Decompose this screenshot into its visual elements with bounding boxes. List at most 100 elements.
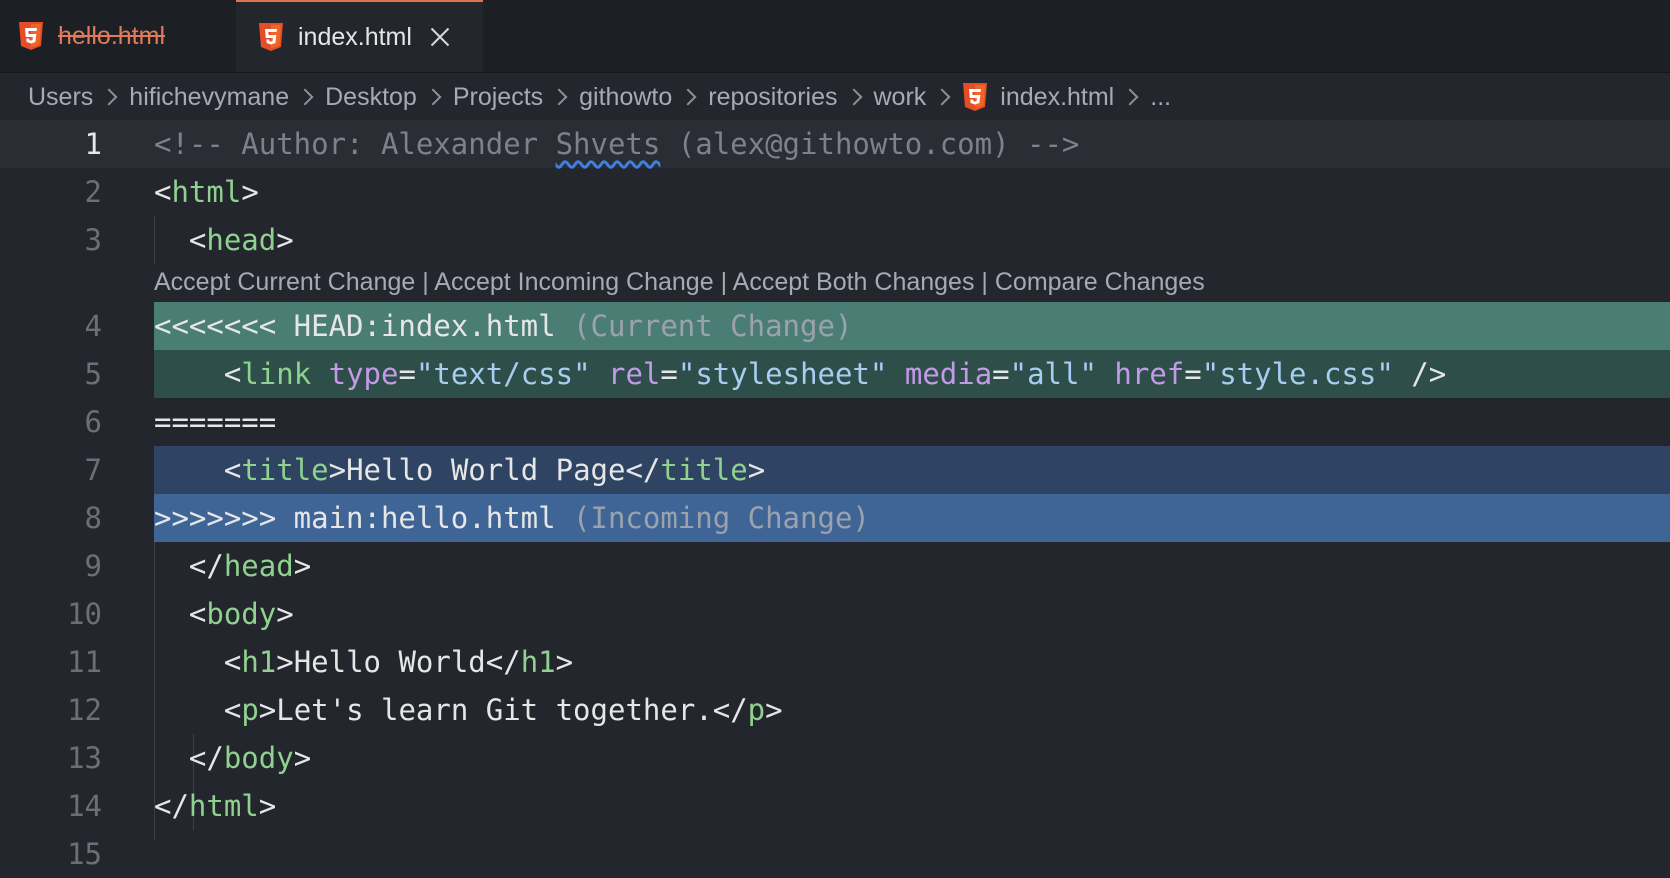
- line-number: 14: [67, 789, 102, 823]
- breadcrumb-item[interactable]: work: [874, 83, 927, 112]
- line-content: </head>: [188, 549, 312, 583]
- line-content: <title>Hello World Page</title>: [154, 446, 1670, 494]
- html-tag: link: [241, 357, 312, 391]
- breadcrumb-item[interactable]: index.html: [1000, 83, 1114, 112]
- html-tag: body: [206, 597, 277, 631]
- tab-hello-html[interactable]: hello.html: [0, 0, 236, 72]
- html-tag: html: [188, 789, 259, 823]
- line-number: 4: [84, 309, 102, 343]
- chevron-right-icon: [296, 88, 314, 106]
- code-line[interactable]: 10 <body>: [0, 590, 1670, 638]
- html5-icon: [19, 22, 43, 50]
- close-icon[interactable]: [430, 27, 450, 47]
- line-content: </html>: [154, 789, 277, 823]
- html-tag: head: [206, 223, 277, 257]
- conflict-separator: =======: [154, 405, 277, 439]
- code-line[interactable]: 9 </head>: [0, 542, 1670, 590]
- text-content: Hello World: [293, 645, 486, 679]
- attribute-value: "text/css": [415, 357, 591, 391]
- chevron-right-icon: [550, 88, 568, 106]
- code-line[interactable]: 14 </html>: [0, 782, 1670, 830]
- breadcrumb-item[interactable]: githowto: [579, 83, 672, 112]
- line-content: <body>: [188, 597, 294, 631]
- breadcrumb-item[interactable]: Desktop: [325, 83, 417, 112]
- code-line[interactable]: 6 =======: [0, 398, 1670, 446]
- merge-conflict-codelens: Accept Current Change | Accept Incoming …: [154, 262, 1205, 302]
- chevron-right-icon: [679, 88, 697, 106]
- text-content: Hello World Page: [346, 453, 626, 487]
- html-tag: p: [241, 693, 259, 727]
- line-number: 10: [67, 597, 102, 631]
- html-tag: h1: [520, 645, 556, 679]
- breadcrumb-item[interactable]: Users: [28, 83, 93, 112]
- breadcrumb-item[interactable]: ...: [1150, 83, 1171, 112]
- breadcrumb-item[interactable]: repositories: [708, 83, 837, 112]
- html-tag: p: [747, 693, 766, 727]
- code-line[interactable]: 2 <html>: [0, 168, 1670, 216]
- line-number: 7: [84, 453, 102, 487]
- compare-changes-button[interactable]: Compare Changes: [995, 268, 1205, 296]
- attribute-value: "all": [1009, 357, 1097, 391]
- current-change-header: <<<<<<< HEAD:index.html (Current Change): [154, 302, 1670, 350]
- codelens-separator: |: [974, 268, 995, 296]
- attribute-value: "style.css": [1201, 357, 1394, 391]
- line-number: 9: [84, 549, 102, 583]
- line-number: 3: [84, 223, 102, 257]
- tab-label: hello.html: [58, 21, 165, 50]
- breadcrumb-item[interactable]: hifichevymane: [129, 83, 289, 112]
- html5-icon: [259, 23, 283, 51]
- code-line[interactable]: 4 <<<<<<< HEAD:index.html (Current Chang…: [0, 302, 1670, 350]
- code-line[interactable]: 1 <!-- Author: Alexander Shvets (alex@gi…: [0, 120, 1670, 168]
- line-content: <!-- Author: Alexander Shvets (alex@gith…: [154, 120, 1670, 168]
- code-line[interactable]: 7 <title>Hello World Page</title>: [0, 446, 1670, 494]
- breadcrumb-item[interactable]: Projects: [453, 83, 543, 112]
- line-content: <link type="text/css" rel="stylesheet" m…: [154, 350, 1670, 398]
- html5-icon: [963, 83, 988, 111]
- html-tag: head: [223, 549, 294, 583]
- code-line[interactable]: 3 <head>: [0, 216, 1670, 264]
- current-change-label: (Current Change): [573, 309, 853, 343]
- conflict-marker: >>>>>>> main:hello.html: [154, 501, 556, 535]
- chevron-right-icon: [845, 88, 862, 106]
- code-comment: <!-- Author: Alexander: [154, 127, 556, 161]
- code-line[interactable]: 12 <p>Let's learn Git together.</p>: [0, 686, 1670, 734]
- incoming-change-label: (Incoming Change): [573, 501, 870, 535]
- tab-label: index.html: [298, 22, 412, 51]
- chevron-right-icon: [1121, 88, 1139, 106]
- attribute-value: "stylesheet": [677, 357, 888, 391]
- tab-bar: hello.html index.html: [0, 0, 1670, 73]
- line-number: 15: [67, 837, 102, 871]
- line-number: 13: [67, 741, 102, 775]
- line-number: 11: [67, 645, 102, 679]
- code-comment: (alex@githowto.com) -->: [660, 127, 1080, 161]
- breadcrumb: Users hifichevymane Desktop Projects git…: [28, 74, 1171, 120]
- line-content: <p>Let's learn Git together.</p>: [223, 693, 783, 727]
- line-content: <html>: [154, 175, 259, 209]
- line-number: 8: [84, 501, 102, 535]
- chevron-right-icon: [933, 88, 951, 106]
- code-line[interactable]: 5 <link type="text/css" rel="stylesheet"…: [0, 350, 1670, 398]
- html-attribute: type: [328, 357, 399, 391]
- text-content: Let's learn Git together.: [276, 693, 713, 727]
- html-tag: body: [223, 741, 294, 775]
- codelens-separator: |: [713, 268, 733, 296]
- line-number: 1: [84, 127, 102, 161]
- html-attribute: href: [1114, 357, 1185, 391]
- spelling-warning: Shvets: [555, 127, 661, 161]
- tab-index-html[interactable]: index.html: [236, 0, 483, 72]
- accept-incoming-change-button[interactable]: Accept Incoming Change: [434, 268, 713, 296]
- code-line[interactable]: 11 <h1>Hello World</h1>: [0, 638, 1670, 686]
- html-tag: title: [241, 453, 329, 487]
- incoming-change-header: >>>>>>> main:hello.html (Incoming Change…: [154, 494, 1670, 542]
- line-number: 2: [84, 175, 102, 209]
- line-content: <head>: [188, 223, 294, 257]
- accept-current-change-button[interactable]: Accept Current Change: [154, 268, 415, 296]
- code-editor[interactable]: 1 <!-- Author: Alexander Shvets (alex@gi…: [0, 120, 1670, 871]
- line-content: <h1>Hello World</h1>: [223, 645, 574, 679]
- accept-both-changes-button[interactable]: Accept Both Changes: [733, 268, 975, 296]
- code-line[interactable]: 8 >>>>>>> main:hello.html (Incoming Chan…: [0, 494, 1670, 542]
- html-attribute: media: [904, 357, 993, 391]
- html-attribute: rel: [608, 357, 661, 391]
- code-line[interactable]: 13 </body>: [0, 734, 1670, 782]
- code-line[interactable]: 15: [0, 830, 1670, 878]
